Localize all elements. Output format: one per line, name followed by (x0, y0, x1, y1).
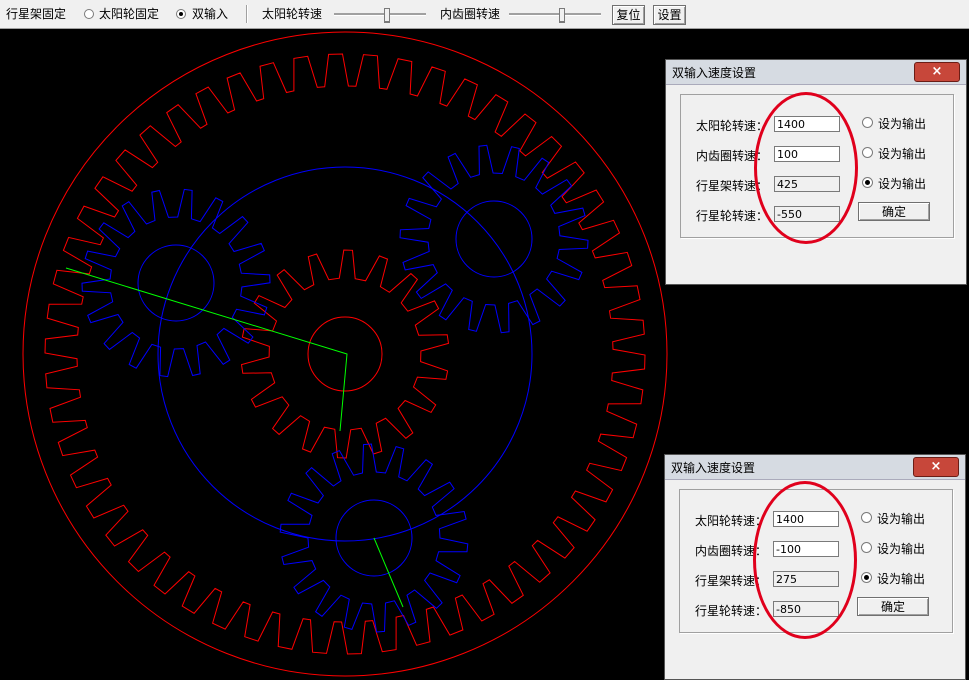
mode-sun-fixed-radio[interactable] (84, 9, 94, 19)
planet-gear (81, 188, 271, 378)
sun-speed-label: 太阳轮转速： (695, 514, 768, 528)
carrier-output-radio[interactable] (861, 572, 872, 583)
close-button[interactable]: × (914, 62, 960, 82)
planet-gear (399, 144, 589, 334)
carrier-output-radio[interactable] (862, 177, 873, 188)
ring-output-radio[interactable] (862, 147, 873, 158)
highlight-ellipse (754, 92, 858, 244)
mode-carrier-fixed-label[interactable]: 行星架固定 (6, 6, 66, 22)
mode-dual-input-radio[interactable] (176, 9, 186, 19)
sun-speed-slider[interactable] (334, 8, 426, 23)
slider-track (509, 13, 601, 16)
slider-thumb[interactable] (559, 8, 565, 23)
sun-speed-label: 太阳轮转速 (262, 7, 323, 21)
carrier-output-label[interactable]: 设为输出 (878, 175, 926, 192)
speed-settings-dialog: 双输入速度设置 × 太阳轮转速： 1400 设为输出 内齿圈转速： -100 设… (664, 454, 966, 680)
slider-thumb[interactable] (384, 8, 390, 23)
carrier-output-label[interactable]: 设为输出 (877, 570, 925, 587)
ring-speed-label: 内齿圈转速 (440, 7, 501, 21)
highlight-ellipse (753, 481, 857, 639)
planet-gear-hub (455, 200, 533, 278)
ok-button[interactable]: 确定 (857, 597, 929, 616)
ring-gear-teeth (44, 53, 646, 655)
speed-settings-dialog: 双输入速度设置 × 太阳轮转速： 1400 设为输出 内齿圈转速： 100 设为… (665, 59, 967, 285)
toolbar: 行星架固定 太阳轮固定 双输入 太阳轮转速 内齿圈转速 复位 设置 (0, 0, 969, 29)
planet-marker-line (373, 537, 404, 608)
reset-button[interactable]: 复位 (612, 5, 645, 25)
sun-output-label[interactable]: 设为输出 (878, 115, 926, 132)
planet-speed-label: 行星轮转速： (696, 209, 769, 223)
ring-gear-outer-circle (22, 31, 668, 677)
mode-dual-input-label[interactable]: 双输入 (192, 6, 228, 22)
planet-speed-label: 行星轮转速： (695, 604, 768, 618)
dialog-title: 双输入速度设置 (672, 66, 757, 80)
dialog-title: 双输入速度设置 (671, 461, 756, 475)
close-button[interactable]: × (913, 457, 959, 477)
mode-sun-fixed-label[interactable]: 太阳轮固定 (99, 6, 159, 22)
ok-button[interactable]: 确定 (858, 202, 930, 221)
settings-button[interactable]: 设置 (653, 5, 686, 25)
sun-speed-label: 太阳轮转速： (696, 119, 769, 133)
toolbar-separator (246, 5, 248, 23)
sun-gear (240, 249, 450, 459)
ring-output-label[interactable]: 设为输出 (878, 145, 926, 162)
sun-output-radio[interactable] (862, 117, 873, 128)
sun-output-label[interactable]: 设为输出 (877, 510, 925, 527)
ring-speed-slider[interactable] (509, 8, 601, 23)
ring-output-label[interactable]: 设为输出 (877, 540, 925, 557)
sun-output-radio[interactable] (861, 512, 872, 523)
slider-track (334, 13, 426, 16)
ring-output-radio[interactable] (861, 542, 872, 553)
